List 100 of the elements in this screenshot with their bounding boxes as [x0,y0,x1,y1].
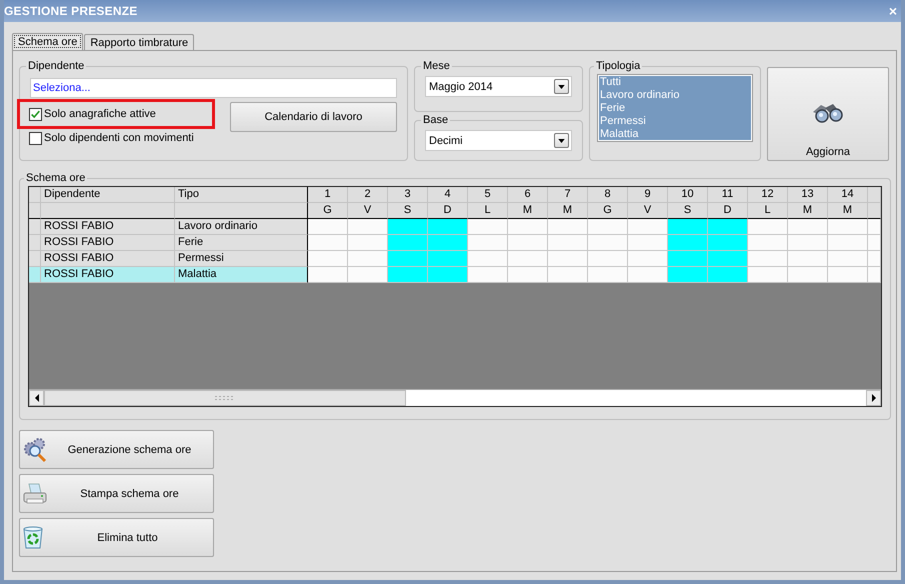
column-header[interactable]: D [428,203,468,219]
day-cell[interactable] [788,219,828,235]
checkbox[interactable] [29,132,42,144]
day-cell[interactable] [388,219,428,235]
column-header[interactable]: S [668,203,708,219]
action-button[interactable]: Generazione schema ore [19,430,214,469]
column-header[interactable]: 3 [388,187,428,203]
row-header[interactable] [29,219,41,235]
day-cell[interactable] [828,219,868,235]
day-cell[interactable] [868,235,881,251]
day-cell[interactable] [588,235,628,251]
day-cell[interactable] [548,267,588,283]
column-header[interactable]: M [548,203,588,219]
day-cell[interactable] [828,235,868,251]
day-cell[interactable] [708,267,748,283]
day-cell[interactable] [508,219,548,235]
column-header[interactable]: 13 [788,187,828,203]
day-cell[interactable] [788,251,828,267]
checkbox-label[interactable]: Solo anagrafiche attive [44,108,156,120]
day-cell[interactable] [348,235,388,251]
day-cell[interactable] [308,267,348,283]
day-cell[interactable] [428,251,468,267]
checkbox[interactable] [29,108,42,120]
day-cell[interactable] [868,251,881,267]
column-header[interactable]: S [388,203,428,219]
column-header[interactable]: V [628,203,668,219]
checkbox-label[interactable]: Solo dipendenti con movimenti [44,132,194,144]
day-cell[interactable] [468,267,508,283]
scroll-left-button[interactable] [29,390,44,406]
day-cell[interactable] [668,267,708,283]
day-cell[interactable] [788,267,828,283]
day-cell[interactable] [508,251,548,267]
day-cell[interactable] [748,251,788,267]
day-cell[interactable] [668,235,708,251]
day-cell[interactable] [428,267,468,283]
column-header[interactable]: 8 [588,187,628,203]
column-header[interactable]: 6 [508,187,548,203]
column-header[interactable]: 11 [708,187,748,203]
tab[interactable]: Schema ore [12,33,84,50]
column-header[interactable]: G [308,203,348,219]
column-header[interactable]: M [828,203,868,219]
column-header[interactable]: M [788,203,828,219]
column-header[interactable]: Tipo [175,187,308,203]
day-cell[interactable] [748,219,788,235]
day-cell[interactable] [668,251,708,267]
day-cell[interactable] [468,219,508,235]
day-cell[interactable] [388,235,428,251]
day-cell[interactable] [748,235,788,251]
day-cell[interactable] [748,267,788,283]
day-cell[interactable] [828,267,868,283]
column-header[interactable]: 7 [548,187,588,203]
day-cell[interactable] [428,219,468,235]
day-cell[interactable] [468,235,508,251]
day-cell[interactable] [508,267,548,283]
column-header[interactable]: 9 [628,187,668,203]
column-header[interactable]: V [348,203,388,219]
day-cell[interactable] [508,235,548,251]
refresh-button[interactable]: Aggiorna [767,67,889,161]
day-cell[interactable] [708,219,748,235]
action-button[interactable]: Elimina tutto [19,518,214,557]
day-cell[interactable] [468,251,508,267]
day-cell[interactable] [788,235,828,251]
row-header[interactable] [29,267,41,283]
day-cell[interactable] [588,267,628,283]
month-dropdown[interactable]: Maggio 2014 [425,76,572,97]
row-header[interactable] [29,251,41,267]
day-cell[interactable] [708,251,748,267]
scrollbar-thumb[interactable] [44,390,406,406]
day-cell[interactable] [388,267,428,283]
day-cell[interactable] [628,235,668,251]
column-header[interactable]: G [588,203,628,219]
day-cell[interactable] [548,219,588,235]
column-header[interactable]: L [748,203,788,219]
day-cell[interactable] [668,219,708,235]
action-button[interactable]: Stampa schema ore [19,474,214,513]
column-header[interactable]: D [708,203,748,219]
day-cell[interactable] [428,235,468,251]
day-cell[interactable] [588,219,628,235]
day-cell[interactable] [588,251,628,267]
scrollbar-track[interactable] [29,389,881,406]
day-cell[interactable] [308,219,348,235]
column-header[interactable]: M [508,203,548,219]
day-cell[interactable] [348,251,388,267]
base-dropdown[interactable]: Decimi [425,130,572,151]
column-header[interactable]: 5 [468,187,508,203]
column-header[interactable]: Dipendente [41,187,175,203]
column-header[interactable]: 4 [428,187,468,203]
day-cell[interactable] [348,267,388,283]
column-header[interactable]: 1 [308,187,348,203]
row-header[interactable] [29,235,41,251]
column-header[interactable]: 14 [828,187,868,203]
day-cell[interactable] [308,235,348,251]
column-header[interactable]: 12 [748,187,788,203]
day-cell[interactable] [348,219,388,235]
day-cell[interactable] [708,235,748,251]
day-cell[interactable] [628,219,668,235]
employee-field[interactable]: Seleziona... [30,78,397,98]
tab[interactable]: Rapporto timbrature [84,34,194,50]
calendar-button[interactable]: Calendario di lavoro [230,102,397,132]
day-cell[interactable] [628,251,668,267]
